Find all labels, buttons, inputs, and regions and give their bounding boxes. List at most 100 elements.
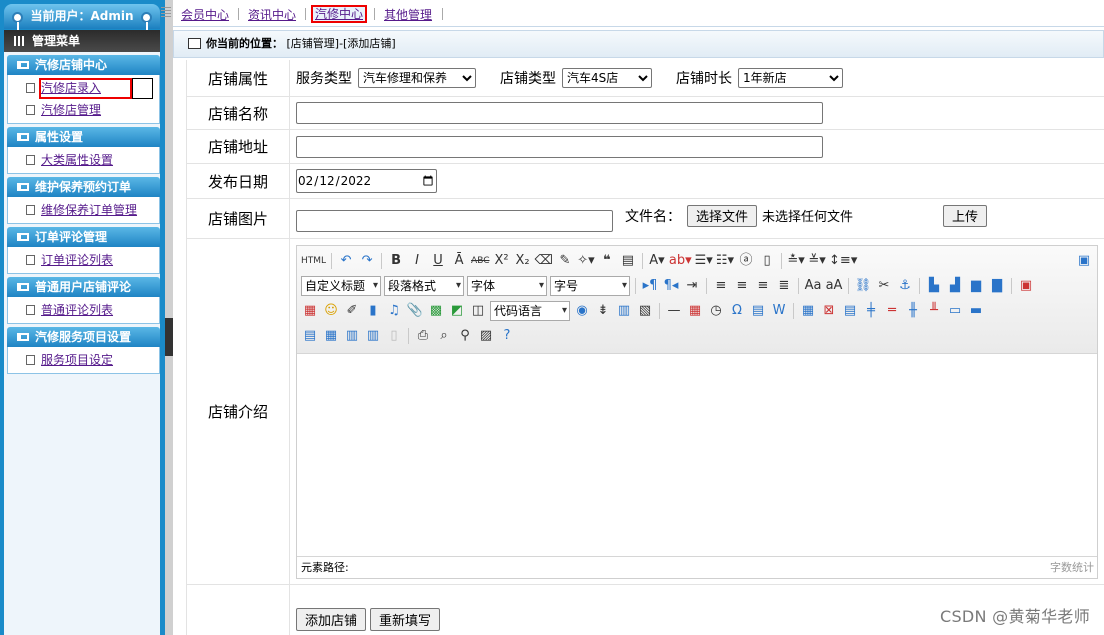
delete-row-icon[interactable]: ═: [883, 302, 901, 320]
split-rows-icon[interactable]: ▥: [343, 327, 361, 345]
shop-name-input[interactable]: [296, 102, 823, 124]
undo-icon[interactable]: ↶: [337, 252, 355, 270]
italic-icon[interactable]: I: [408, 252, 426, 270]
editor-content-area[interactable]: [297, 355, 1097, 555]
align-left-icon[interactable]: ≡: [712, 277, 730, 295]
menu-group-title[interactable]: 汽修店铺中心: [7, 55, 160, 75]
menu-item-order-manage[interactable]: 维修保养订单管理: [8, 199, 159, 221]
underline-icon[interactable]: U: [429, 252, 447, 270]
menu-group-title[interactable]: 订单评论管理: [7, 227, 160, 247]
menu-item-category-attr[interactable]: 大类属性设置: [8, 149, 159, 171]
split-cells-icon[interactable]: ▦: [322, 327, 340, 345]
strikethrough-icon[interactable]: ABC: [471, 252, 489, 270]
align-justify-icon[interactable]: ≣: [775, 277, 793, 295]
merge-cells-icon[interactable]: ▭: [946, 302, 964, 320]
ltr-icon[interactable]: ▸¶: [641, 277, 659, 295]
emotion-icon[interactable]: ☺: [322, 302, 340, 320]
indent-icon[interactable]: ⇥: [683, 277, 701, 295]
horizontal-rule-icon[interactable]: —: [665, 302, 683, 320]
unlink-icon[interactable]: ✂: [875, 277, 893, 295]
code-language-combo[interactable]: 代码语言: [490, 300, 570, 321]
select-shop-age[interactable]: 1年新店: [738, 68, 843, 88]
font-color-icon[interactable]: A▾: [648, 252, 666, 270]
insert-paragraph-before-table-icon[interactable]: ▤: [841, 302, 859, 320]
menu-link-normal-comment-list[interactable]: 普通评论列表: [41, 303, 113, 317]
unordered-list-icon[interactable]: ☷▾: [716, 252, 734, 270]
map-icon[interactable]: ▩: [427, 302, 445, 320]
menu-item-service-setting[interactable]: 服务项目设定: [8, 349, 159, 371]
preview-icon[interactable]: ⌕: [435, 327, 453, 345]
date-icon[interactable]: ▦: [686, 302, 704, 320]
menu-link-shop-manage[interactable]: 汽修店管理: [41, 103, 101, 117]
add-shop-button[interactable]: 添加店铺: [296, 608, 367, 631]
gmap-icon[interactable]: ◩: [448, 302, 466, 320]
publish-date-input[interactable]: [296, 169, 437, 193]
menu-link-order-comment-list[interactable]: 订单评论列表: [41, 253, 113, 267]
uppercase-icon[interactable]: Aa: [804, 277, 822, 295]
multi-image-icon[interactable]: ▦: [301, 302, 319, 320]
choose-file-button[interactable]: 选择文件: [687, 204, 758, 227]
menu-link-category-attr[interactable]: 大类属性设置: [41, 153, 113, 167]
insert-table-icon[interactable]: ▦: [799, 302, 817, 320]
font-size-combo[interactable]: 字号: [550, 275, 630, 296]
lowercase-icon[interactable]: aA: [825, 277, 843, 295]
scrawl-icon[interactable]: ✐: [343, 302, 361, 320]
menu-group-title[interactable]: 汽修服务项目设置: [7, 327, 160, 347]
music-icon[interactable]: ♫: [385, 302, 403, 320]
time-icon[interactable]: ◷: [707, 302, 725, 320]
page-break-icon[interactable]: ⇟: [594, 302, 612, 320]
paste-plain-icon[interactable]: ▤: [619, 252, 637, 270]
insert-col-icon[interactable]: ╫: [904, 302, 922, 320]
shop-address-input[interactable]: [296, 135, 823, 158]
superscript-icon[interactable]: X²: [493, 252, 511, 270]
split-cols-icon[interactable]: ▥: [364, 327, 382, 345]
word-icon[interactable]: W: [770, 302, 788, 320]
image-center-icon[interactable]: ▇: [988, 277, 1006, 295]
menu-group-title[interactable]: 维护保养预约订单: [7, 177, 160, 197]
image-none-icon[interactable]: ▆: [967, 277, 985, 295]
align-center-icon[interactable]: ≡: [733, 277, 751, 295]
select-shop-type[interactable]: 汽车4S店: [562, 68, 652, 88]
help-icon[interactable]: ?: [498, 327, 516, 345]
special-chars-icon[interactable]: Ω: [728, 302, 746, 320]
merge-down-icon[interactable]: ▤: [301, 327, 319, 345]
font-border-icon[interactable]: Ā: [450, 252, 468, 270]
menu-group-title[interactable]: 属性设置: [7, 127, 160, 147]
insert-image-icon[interactable]: ▣: [1017, 277, 1035, 295]
redo-icon[interactable]: ↷: [358, 252, 376, 270]
template-icon[interactable]: ▥: [615, 302, 633, 320]
menu-link-order-manage[interactable]: 维修保养订单管理: [41, 203, 137, 217]
insert-frame-icon[interactable]: ◫: [469, 302, 487, 320]
menu-link-service-setting[interactable]: 服务项目设定: [41, 353, 113, 367]
link-icon[interactable]: ⛓: [854, 277, 872, 295]
background-icon[interactable]: ▧: [636, 302, 654, 320]
paragraph-format-combo[interactable]: 段落格式: [384, 275, 464, 296]
blockquote-icon[interactable]: ❝: [598, 252, 616, 270]
html-source-icon[interactable]: HTML: [301, 252, 326, 270]
table-props-icon[interactable]: ▯: [385, 327, 403, 345]
anchor-icon[interactable]: ⚓: [896, 277, 914, 295]
menu-item-order-comment-list[interactable]: 订单评论列表: [8, 249, 159, 271]
font-family-combo[interactable]: 字体: [467, 275, 547, 296]
merge-right-icon[interactable]: ▬: [967, 302, 985, 320]
menu-group-title[interactable]: 普通用户店铺评论: [7, 277, 160, 297]
tab-news-center[interactable]: 资讯中心: [248, 6, 296, 24]
eraser-icon[interactable]: ⌫: [535, 252, 553, 270]
bold-icon[interactable]: B: [387, 252, 405, 270]
menu-item-shop-manage[interactable]: 汽修店管理: [8, 99, 159, 121]
row-spacing-top-icon[interactable]: ≛▾: [787, 252, 805, 270]
ordered-list-icon[interactable]: ☰▾: [695, 252, 713, 270]
menu-item-shop-entry[interactable]: 汽修店录入: [8, 77, 159, 99]
align-right-icon[interactable]: ≡: [754, 277, 772, 295]
tab-member-center[interactable]: 会员中心: [181, 6, 229, 24]
format-painter-icon[interactable]: ✎: [556, 252, 574, 270]
auto-format-icon[interactable]: ✧▾: [577, 252, 595, 270]
menu-item-normal-comment-list[interactable]: 普通评论列表: [8, 299, 159, 321]
image-left-icon[interactable]: ▙: [925, 277, 943, 295]
delete-col-icon[interactable]: ╨: [925, 302, 943, 320]
fullscreen-icon[interactable]: ▣: [1075, 252, 1093, 270]
tab-repair-center[interactable]: 汽修中心: [311, 5, 368, 23]
wordimage-icon[interactable]: ▤: [749, 302, 767, 320]
custom-heading-combo[interactable]: 自定义标题: [301, 275, 381, 296]
insert-row-icon[interactable]: ╪: [862, 302, 880, 320]
